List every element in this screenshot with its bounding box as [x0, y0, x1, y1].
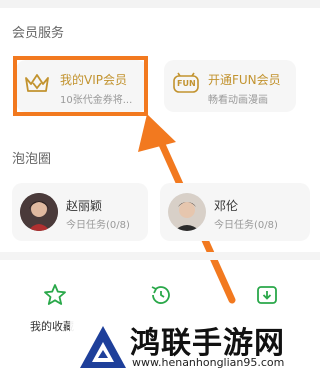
bubble-name: 赵丽颖	[66, 199, 103, 213]
bubble-task: 今日任务(0/8)	[66, 220, 130, 231]
watermark-url: www.henanhonglian95.com	[132, 356, 285, 369]
section-title-bubble-circle: 泡泡圈	[12, 152, 52, 167]
bubble-name: 邓伦	[214, 199, 239, 213]
watermark: 鸿联手游网 www.henanhonglian95.com	[70, 316, 320, 378]
history-icon[interactable]	[149, 283, 173, 307]
bubble-task: 今日任务(0/8)	[214, 220, 278, 231]
avatar	[168, 193, 206, 231]
section-divider	[0, 252, 320, 260]
star-icon[interactable]	[43, 283, 67, 307]
favorites-label[interactable]: 我的收藏	[30, 318, 74, 334]
bubble-card-1[interactable]: 邓伦 今日任务(0/8)	[160, 183, 310, 241]
watermark-logo-icon	[80, 326, 126, 368]
bubble-card-0[interactable]: 赵丽颖 今日任务(0/8)	[12, 183, 148, 241]
download-icon[interactable]	[255, 283, 279, 307]
avatar	[20, 193, 58, 231]
